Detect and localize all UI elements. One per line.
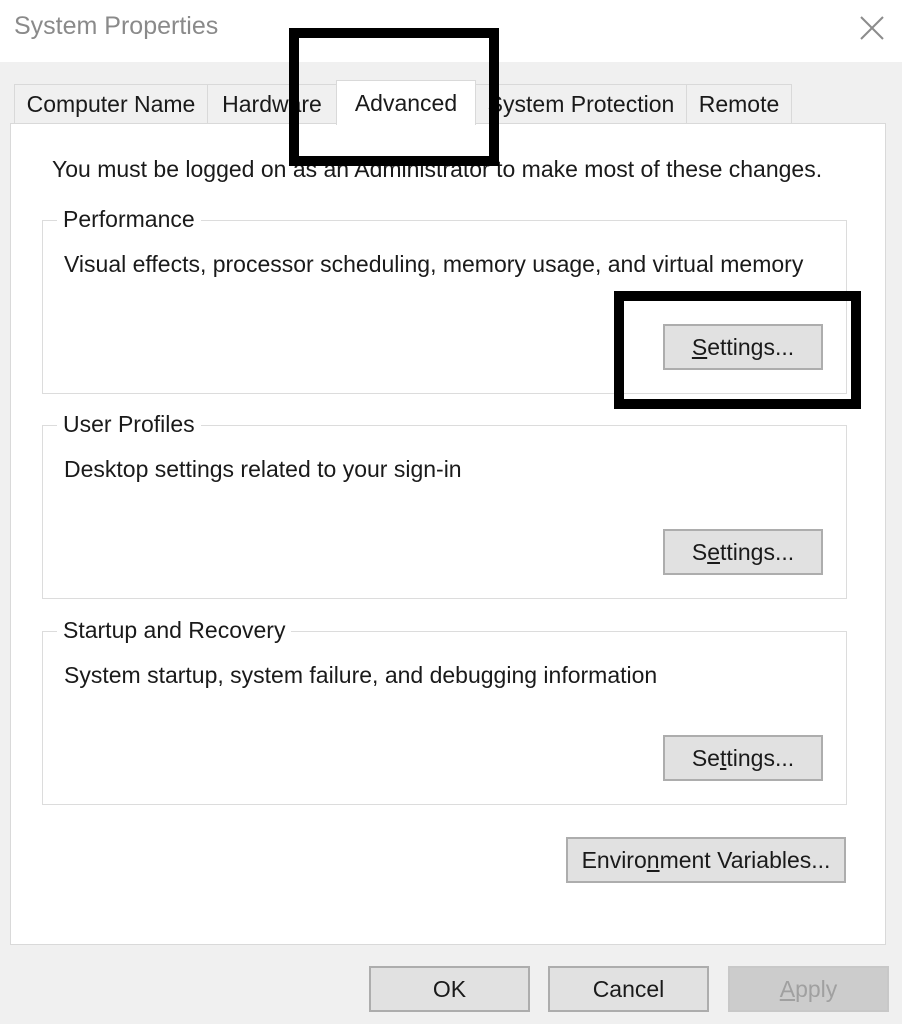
tab-system-protection[interactable]: System Protection <box>475 84 687 123</box>
user-profiles-settings-button[interactable]: Se ttings... <box>663 529 823 575</box>
tab-computer-name[interactable]: Computer Name <box>14 84 208 123</box>
button-text: ment Variables... <box>659 846 831 873</box>
button-text: tings... <box>726 744 795 771</box>
button-accelerator: n <box>646 846 660 873</box>
tab-advanced[interactable]: Advanced <box>336 80 476 125</box>
performance-settings-button[interactable]: Settings... <box>663 324 823 370</box>
close-button[interactable] <box>852 10 892 46</box>
performance-group-title: Performance <box>57 206 201 233</box>
button-text: S <box>691 538 708 565</box>
button-accelerator: e <box>707 538 720 565</box>
user-profiles-group: User Profiles Desktop settings related t… <box>42 411 847 599</box>
button-text: pply <box>795 975 838 1002</box>
startup-recovery-group-title: Startup and Recovery <box>57 617 292 644</box>
button-accelerator: S <box>691 333 708 360</box>
button-text: ettings... <box>707 333 795 360</box>
tab-remote[interactable]: Remote <box>686 84 792 123</box>
startup-recovery-group: Startup and Recovery System startup, sys… <box>42 617 847 805</box>
startup-recovery-group-description: System startup, system failure, and debu… <box>64 662 658 688</box>
user-profiles-group-title: User Profiles <box>57 411 201 438</box>
user-profiles-group-description: Desktop settings related to your sign-in <box>64 456 462 482</box>
button-text: ttings... <box>719 538 795 565</box>
window-title: System Properties <box>14 12 219 40</box>
close-icon <box>860 16 884 40</box>
button-text: Enviro <box>581 846 647 873</box>
performance-group-description: Visual effects, processor scheduling, me… <box>64 251 804 277</box>
button-accelerator: A <box>779 975 796 1002</box>
tab-hardware[interactable]: Hardware <box>207 84 337 123</box>
button-text: Se <box>691 744 720 771</box>
ok-button[interactable]: OK <box>369 966 530 1012</box>
title-bar: System Properties <box>0 0 902 62</box>
apply-button[interactable]: Apply <box>728 966 889 1012</box>
cancel-button[interactable]: Cancel <box>548 966 709 1012</box>
admin-note: You must be logged on as an Administrato… <box>52 156 823 182</box>
environment-variables-button[interactable]: Enviro n ment Variables... <box>566 837 846 883</box>
performance-group: Performance Visual effects, processor sc… <box>42 206 847 394</box>
startup-recovery-settings-button[interactable]: Se t tings... <box>663 735 823 781</box>
